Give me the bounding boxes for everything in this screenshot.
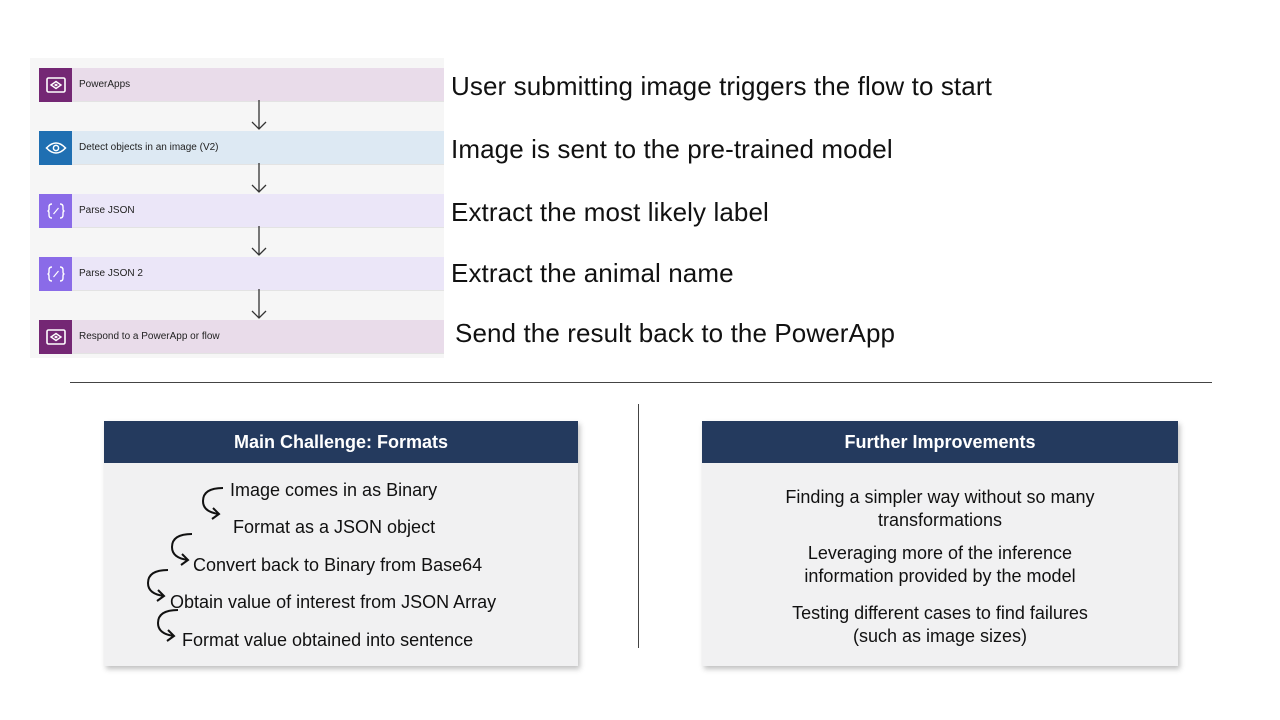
improvement-line: Leveraging more of the inference: [807, 543, 1073, 563]
powerapps-icon: [39, 319, 72, 354]
flow-step-label: Parse JSON 2: [79, 268, 143, 279]
eye-icon: [39, 130, 72, 165]
challenge-title: Main Challenge: Formats: [104, 421, 578, 463]
improvement-line: transformations: [877, 510, 1003, 530]
step-description: Extract the animal name: [451, 258, 734, 288]
improvement-item: Finding a simpler way without so many tr…: [702, 486, 1178, 532]
challenge-item: Obtain value of interest from JSON Array: [170, 592, 497, 612]
improvement-line: Testing different cases to find failures: [792, 603, 1088, 623]
flow-panel: PowerApps Detect objects in an image (V2…: [30, 58, 444, 358]
arrow-down-icon: [251, 100, 267, 130]
curved-arrow-icon: [156, 609, 179, 642]
improvement-line: Finding a simpler way without so many: [785, 487, 1095, 507]
flow-step-parse-json-2[interactable]: Parse JSON 2: [39, 256, 444, 291]
flow-step-label: Parse JSON: [79, 205, 135, 216]
flow-step-respond[interactable]: Respond to a PowerApp or flow: [39, 319, 444, 354]
improvements-card: Further Improvements Finding a simpler w…: [702, 421, 1178, 666]
challenge-card: Main Challenge: Formats Image comes in a…: [104, 421, 578, 666]
step-description: Send the result back to the PowerApp: [455, 318, 896, 348]
arrow-down-icon: [251, 226, 267, 256]
step-description: Extract the most likely label: [451, 197, 769, 227]
json-icon: [39, 256, 72, 291]
challenge-item: Format value obtained into sentence: [182, 630, 474, 650]
flow-step-label: Respond to a PowerApp or flow: [79, 331, 220, 342]
step-description: User submitting image triggers the flow …: [451, 71, 992, 101]
improvement-line: (such as image sizes): [852, 626, 1028, 646]
horizontal-divider: [70, 382, 1212, 383]
json-icon: [39, 193, 72, 228]
step-description: Image is sent to the pre-trained model: [451, 134, 893, 164]
improvement-line: information provided by the model: [804, 566, 1076, 586]
powerapps-icon: [39, 67, 72, 102]
flow-step-detect-objects[interactable]: Detect objects in an image (V2): [39, 130, 444, 165]
flow-step-parse-json[interactable]: Parse JSON: [39, 193, 444, 228]
challenge-item: Format as a JSON object: [233, 517, 436, 537]
arrow-down-icon: [251, 289, 267, 319]
improvement-item: Testing different cases to find failures…: [702, 602, 1178, 648]
flow-step-powerapps[interactable]: PowerApps: [39, 67, 444, 102]
vertical-divider: [638, 404, 639, 648]
flow-step-label: Detect objects in an image (V2): [79, 142, 219, 153]
curved-arrow-icon: [201, 487, 224, 520]
flow-step-label: PowerApps: [79, 79, 131, 90]
challenge-item: Convert back to Binary from Base64: [193, 555, 483, 575]
improvement-item: Leveraging more of the inference informa…: [702, 542, 1178, 588]
challenge-item: Image comes in as Binary: [230, 480, 438, 500]
arrow-down-icon: [251, 163, 267, 193]
improvements-title: Further Improvements: [702, 421, 1178, 463]
